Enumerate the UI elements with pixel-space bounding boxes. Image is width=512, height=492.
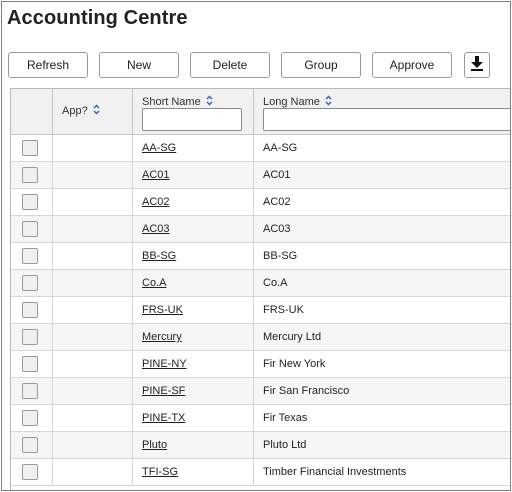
long-name-text: AC02: [263, 196, 291, 208]
long-name-text: FRS-UK: [263, 304, 304, 316]
table-row[interactable]: AC03 AC03: [11, 216, 510, 243]
row-checkbox[interactable]: [22, 437, 38, 453]
short-name-link[interactable]: AA-SG: [142, 142, 176, 154]
app-cell: [53, 297, 133, 324]
app-cell: [53, 243, 133, 270]
column-header-label: Long Name: [263, 96, 320, 108]
column-header-label: App?: [62, 105, 88, 117]
table-row[interactable]: Co.A Co.A: [11, 270, 510, 297]
row-checkbox[interactable]: [22, 356, 38, 372]
app-cell: [53, 162, 133, 189]
long-name-text: Mercury Ltd: [263, 331, 322, 343]
long-name-filter-input[interactable]: [263, 108, 510, 131]
select-column-header: [11, 89, 53, 135]
table-row[interactable]: AA-SG AA-SG: [11, 135, 510, 162]
row-checkbox[interactable]: [22, 275, 38, 291]
column-header-short-name[interactable]: Short Name: [133, 89, 254, 135]
page-title: Accounting Centre: [7, 7, 188, 29]
long-name-text: AA-SG: [263, 142, 298, 154]
short-name-link[interactable]: PINE-SF: [142, 385, 185, 397]
short-name-link[interactable]: FRS-UK: [142, 304, 183, 316]
row-checkbox[interactable]: [22, 329, 38, 345]
download-icon: [470, 55, 484, 76]
column-header-app[interactable]: App?: [53, 89, 133, 135]
table-row[interactable]: TFI-SG Timber Financial Investments: [11, 459, 510, 486]
refresh-button[interactable]: Refresh: [8, 52, 88, 78]
short-name-link[interactable]: PINE-NY: [142, 358, 187, 370]
sort-icon[interactable]: [325, 95, 332, 109]
short-name-link[interactable]: Pluto: [142, 439, 167, 451]
app-cell: [53, 405, 133, 432]
app-cell: [53, 270, 133, 297]
download-button[interactable]: [464, 52, 490, 78]
long-name-text: BB-SG: [263, 250, 298, 262]
accounting-centre-window: Accounting Centre Refresh New Delete Gro…: [1, 1, 511, 491]
new-button[interactable]: New: [99, 52, 179, 78]
long-name-text: Co.A: [263, 277, 288, 289]
table-row[interactable]: BB-SG BB-SG: [11, 243, 510, 270]
row-checkbox[interactable]: [22, 383, 38, 399]
long-name-text: Fir Texas: [263, 412, 308, 424]
row-checkbox[interactable]: [22, 410, 38, 426]
app-cell: [53, 432, 133, 459]
long-name-text: AC01: [263, 169, 291, 181]
accounts-grid: App? Short Name Long Name AA-SG AA-SG AC…: [10, 88, 510, 490]
app-cell: [53, 189, 133, 216]
row-checkbox[interactable]: [22, 302, 38, 318]
row-checkbox[interactable]: [22, 167, 38, 183]
short-name-filter-input[interactable]: [142, 108, 242, 131]
row-checkbox[interactable]: [22, 221, 38, 237]
app-cell: [53, 135, 133, 162]
app-cell: [53, 216, 133, 243]
long-name-text: Fir San Francisco: [263, 385, 350, 397]
long-name-text: Fir New York: [263, 358, 326, 370]
short-name-link[interactable]: AC01: [142, 169, 170, 181]
row-checkbox[interactable]: [22, 140, 38, 156]
group-button[interactable]: Group: [281, 52, 361, 78]
delete-button[interactable]: Delete: [190, 52, 270, 78]
short-name-link[interactable]: BB-SG: [142, 250, 176, 262]
column-header-label: Short Name: [142, 96, 201, 108]
short-name-link[interactable]: Co.A: [142, 277, 166, 289]
long-name-text: AC03: [263, 223, 291, 235]
table-row[interactable]: PINE-NY Fir New York: [11, 351, 510, 378]
table-row[interactable]: PINE-SF Fir San Francisco: [11, 378, 510, 405]
short-name-link[interactable]: Mercury: [142, 331, 182, 343]
table-row[interactable]: AC01 AC01: [11, 162, 510, 189]
app-cell: [53, 351, 133, 378]
grid-header: App? Short Name Long Name: [11, 89, 510, 135]
row-checkbox[interactable]: [22, 464, 38, 480]
table-row[interactable]: Mercury Mercury Ltd: [11, 324, 510, 351]
table-row[interactable]: FRS-UK FRS-UK: [11, 297, 510, 324]
column-header-long-name[interactable]: Long Name: [254, 89, 510, 135]
long-name-text: Timber Financial Investments: [263, 466, 407, 478]
long-name-text: Pluto Ltd: [263, 439, 307, 451]
app-cell: [53, 378, 133, 405]
short-name-link[interactable]: AC03: [142, 223, 170, 235]
row-checkbox[interactable]: [22, 194, 38, 210]
table-row[interactable]: AC02 AC02: [11, 189, 510, 216]
short-name-link[interactable]: AC02: [142, 196, 170, 208]
sort-icon[interactable]: [93, 104, 100, 118]
row-checkbox[interactable]: [22, 248, 38, 264]
app-cell: [53, 459, 133, 486]
short-name-link[interactable]: TFI-SG: [142, 466, 178, 478]
approve-button[interactable]: Approve: [372, 52, 452, 78]
app-cell: [53, 324, 133, 351]
short-name-link[interactable]: PINE-TX: [142, 412, 185, 424]
sort-icon[interactable]: [206, 95, 213, 109]
table-row[interactable]: Pluto Pluto Ltd: [11, 432, 510, 459]
table-row[interactable]: PINE-TX Fir Texas: [11, 405, 510, 432]
